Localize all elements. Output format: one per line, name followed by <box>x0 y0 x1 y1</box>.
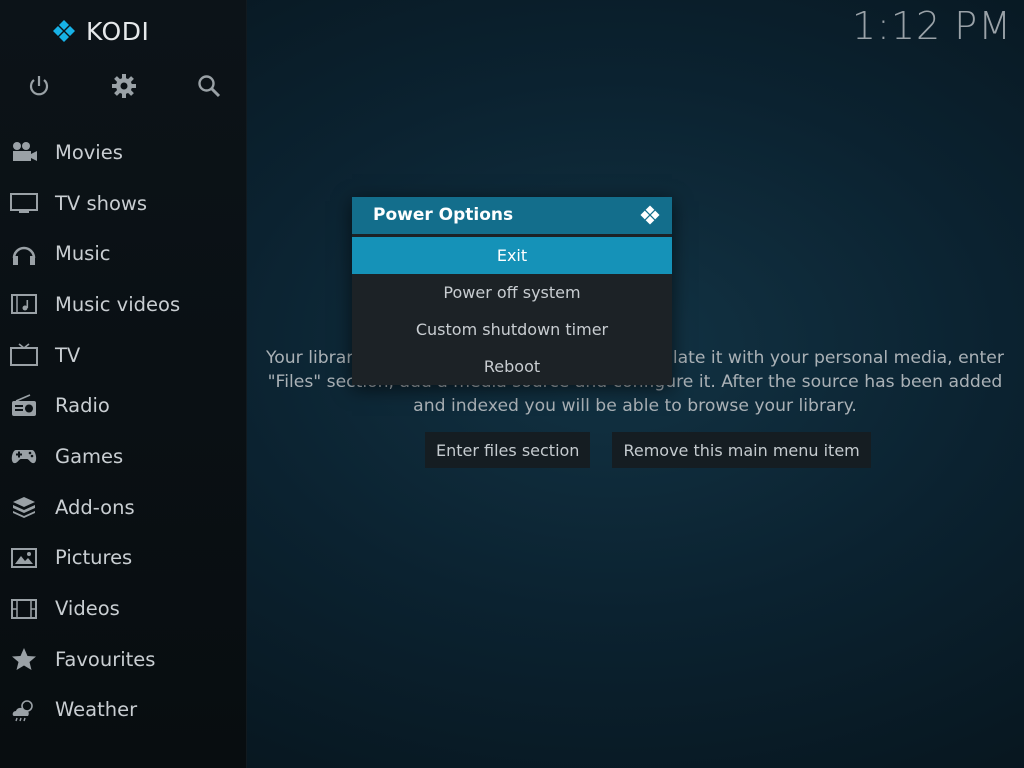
menu-label: Movies <box>55 140 123 164</box>
clock: 1:12 PM <box>851 4 1012 48</box>
menu-item-tv-shows[interactable]: TV shows <box>0 178 246 229</box>
tv-icon <box>10 343 38 367</box>
monitor-icon <box>10 193 38 214</box>
menu-item-favourites[interactable]: Favourites <box>0 634 246 685</box>
search-icon[interactable] <box>195 72 223 100</box>
menu-item-tv[interactable]: TV <box>0 330 246 381</box>
menu-item-games[interactable]: Games <box>0 431 246 482</box>
enter-files-section-button[interactable]: Enter files section <box>425 432 591 468</box>
menu-label: Radio <box>55 394 110 418</box>
app-name: KODI <box>86 16 150 46</box>
menu-label: TV shows <box>55 191 148 215</box>
dialog-header: Power Options <box>352 197 672 237</box>
kodi-logo-icon <box>53 20 75 42</box>
menu-item-add-ons[interactable]: Add-ons <box>0 482 246 533</box>
star-icon <box>12 648 36 671</box>
headphones-icon <box>12 246 36 265</box>
power-option-reboot[interactable]: Reboot <box>352 348 672 385</box>
power-icon[interactable] <box>25 72 53 100</box>
menu-item-music-videos[interactable]: Music videos <box>0 279 246 330</box>
weather-cloud-icon <box>12 700 33 722</box>
power-option-shutdown-timer[interactable]: Custom shutdown timer <box>352 311 672 348</box>
kodi-logo: KODI <box>49 16 149 46</box>
gamepad-icon <box>11 450 37 464</box>
menu-label: Add-ons <box>55 495 135 519</box>
menu-label: Music videos <box>55 292 181 316</box>
menu-item-radio[interactable]: Radio <box>0 380 246 431</box>
menu-label: Weather <box>55 698 138 722</box>
remove-menu-item-button[interactable]: Remove this main menu item <box>612 432 871 468</box>
addon-box-icon <box>13 497 35 519</box>
menu-item-movies[interactable]: Movies <box>0 127 246 178</box>
film-strip-music-icon <box>11 294 37 315</box>
menu-label: TV <box>55 343 81 367</box>
film-strip-icon <box>11 598 37 619</box>
menu-item-videos[interactable]: Videos <box>0 583 246 634</box>
menu-label: Music <box>55 242 111 266</box>
message-line: and indexed you will be able to browse y… <box>413 396 857 416</box>
menu-item-pictures[interactable]: Pictures <box>0 533 246 584</box>
power-options-dialog: Power Options Exit Power off system Cust… <box>352 197 672 385</box>
gear-icon[interactable] <box>110 72 138 100</box>
sidebar: KODI Movies TV shows Music Music videos … <box>0 0 247 768</box>
dialog-title: Power Options <box>373 205 514 225</box>
movie-camera-icon <box>13 142 37 162</box>
menu-label: Favourites <box>55 647 156 671</box>
power-option-exit[interactable]: Exit <box>352 237 672 274</box>
menu-item-weather[interactable]: Weather <box>0 685 246 736</box>
kodi-logo-icon <box>640 205 660 225</box>
power-option-power-off[interactable]: Power off system <box>352 274 672 311</box>
main-menu: Movies TV shows Music Music videos TV Ra… <box>0 127 246 735</box>
menu-label: Pictures <box>55 546 133 570</box>
radio-icon <box>12 394 36 416</box>
picture-icon <box>11 547 37 568</box>
menu-label: Videos <box>55 597 120 621</box>
menu-label: Games <box>55 444 124 468</box>
menu-item-music[interactable]: Music <box>0 228 246 279</box>
